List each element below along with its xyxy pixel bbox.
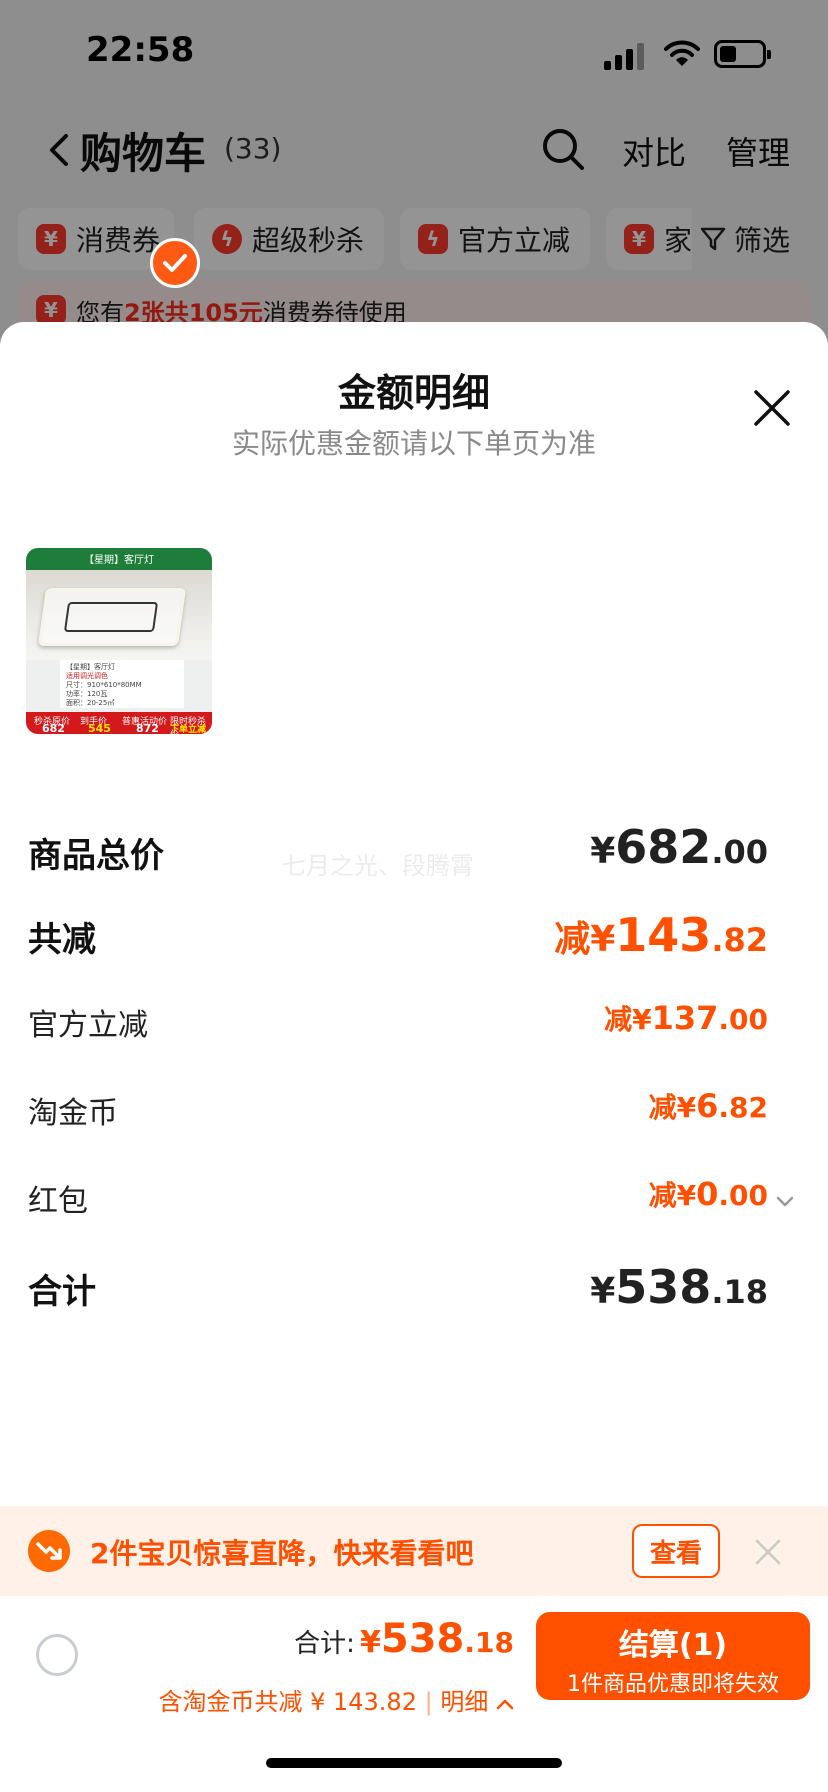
price-value: 682 <box>42 722 65 734</box>
thumbnail-spec-box: 【星期】客厅灯 适用调光调色 尺寸：910*610*80MM 功率：120瓦 面… <box>60 660 184 708</box>
product-thumbnail[interactable]: 【星期】客厅灯 【星期】客厅灯 适用调光调色 尺寸：910*610*80MM 功… <box>26 548 212 734</box>
view-button[interactable]: 查看 <box>632 1524 720 1578</box>
separator: | <box>424 1688 433 1716</box>
chevron-down-icon[interactable] <box>776 1196 794 1208</box>
thumbnail-banner: 【星期】客厅灯 <box>26 548 212 570</box>
selected-check-icon <box>150 238 200 288</box>
value-dec: .00 <box>711 833 768 871</box>
currency-symbol: ¥ <box>590 831 616 872</box>
row-label: 淘金币 <box>28 1096 118 1131</box>
total-label: 合计: <box>294 1629 355 1659</box>
discount-prefix: 减¥ <box>554 919 616 960</box>
row-total-discount: 共减 减¥143.82 <box>28 908 768 968</box>
sheet-subtitle: 实际优惠金额请以下单页为准 <box>231 427 596 460</box>
value-dec: .82 <box>711 921 768 959</box>
row-label: 合计 <box>28 1272 96 1312</box>
row-label: 共减 <box>28 920 96 960</box>
detail-label: 明细 <box>440 1688 489 1716</box>
discount-prefix: 减¥ <box>648 1091 697 1124</box>
row-total-price: 商品总价 ¥682.00 <box>28 820 768 880</box>
discount-prefix: 减¥ <box>648 1179 697 1212</box>
thumbnail-banner-text: 【星期】客厅灯 <box>84 555 154 566</box>
total-int: 538 <box>380 1616 465 1662</box>
row-value: 减¥6.82 <box>649 1086 768 1126</box>
value-int: 682 <box>615 820 712 874</box>
value-int: 137 <box>651 999 719 1037</box>
row-sum: 合计 ¥538.18 <box>28 1260 768 1320</box>
price-value: 872 <box>136 722 159 734</box>
total-dec: .18 <box>464 1626 514 1659</box>
price-drop-icon <box>28 1530 70 1572</box>
discount-prefix: 减¥ <box>604 1003 652 1036</box>
close-icon[interactable] <box>752 388 792 428</box>
row-value: 减¥0.00 <box>649 1174 768 1214</box>
value-int: 6 <box>696 1087 719 1125</box>
lamp-frame-graphic <box>63 602 159 632</box>
promo-text: 2件宝贝惊喜直降，快来看看吧 <box>90 1537 474 1570</box>
row-label: 红包 <box>28 1184 88 1219</box>
value-dec: .82 <box>718 1091 768 1124</box>
value-int: 538 <box>615 1260 712 1314</box>
checkout-total: 合计: ¥538.18 <box>294 1616 514 1662</box>
select-all-checkbox[interactable] <box>36 1634 78 1676</box>
currency-symbol: ¥ <box>590 1271 616 1312</box>
value-dec: .00 <box>718 1003 768 1036</box>
row-label: 官方立减 <box>28 1008 148 1043</box>
row-label: 商品总价 <box>28 836 164 876</box>
currency-symbol: ¥ <box>360 1625 381 1660</box>
spec-line: 面积：20-25㎡ <box>66 699 115 707</box>
checkout-button-label: 结算(1) <box>618 1628 728 1663</box>
row-official-discount: 官方立减 减¥137.00 <box>28 998 768 1058</box>
checkout-button[interactable]: 结算(1) 1件商品优惠即将失效 <box>536 1612 810 1700</box>
price-value: 下单立减 <box>170 725 207 734</box>
home-indicator[interactable] <box>266 1758 562 1768</box>
sheet-title: 金额明细 <box>337 371 490 415</box>
checkout-button-sublabel: 1件商品优惠即将失效 <box>567 1672 779 1697</box>
discount-text: 含淘金币共减 ¥ 143.82 <box>158 1688 417 1716</box>
row-value: 减¥137.00 <box>604 998 768 1038</box>
thumbnail-price-band: 秒杀原价 到手价 普惠活动价 限时秒杀价 682 545 872 下单立减 <box>26 712 212 734</box>
chevron-up-icon <box>496 1699 514 1710</box>
value-int: 0 <box>696 1175 719 1213</box>
checkout-bar: 合计: ¥538.18 含淘金币共减 ¥ 143.82 | 明细 结算(1) 1… <box>0 1596 828 1792</box>
discount-summary[interactable]: 含淘金币共减 ¥ 143.82 | 明细 <box>158 1682 514 1717</box>
row-taojin-coins: 淘金币 减¥6.82 <box>28 1086 768 1146</box>
close-icon[interactable] <box>754 1538 782 1566</box>
value-int: 143 <box>615 908 712 962</box>
row-red-packet[interactable]: 红包 减¥0.00 <box>28 1174 768 1234</box>
row-value: 减¥143.82 <box>554 908 768 962</box>
value-dec: .18 <box>711 1273 768 1311</box>
row-value: ¥682.00 <box>590 820 768 874</box>
price-drop-banner: 2件宝贝惊喜直降，快来看看吧 查看 <box>0 1506 828 1596</box>
row-value: ¥538.18 <box>590 1260 768 1314</box>
value-dec: .00 <box>718 1179 768 1212</box>
price-value: 545 <box>88 722 111 734</box>
